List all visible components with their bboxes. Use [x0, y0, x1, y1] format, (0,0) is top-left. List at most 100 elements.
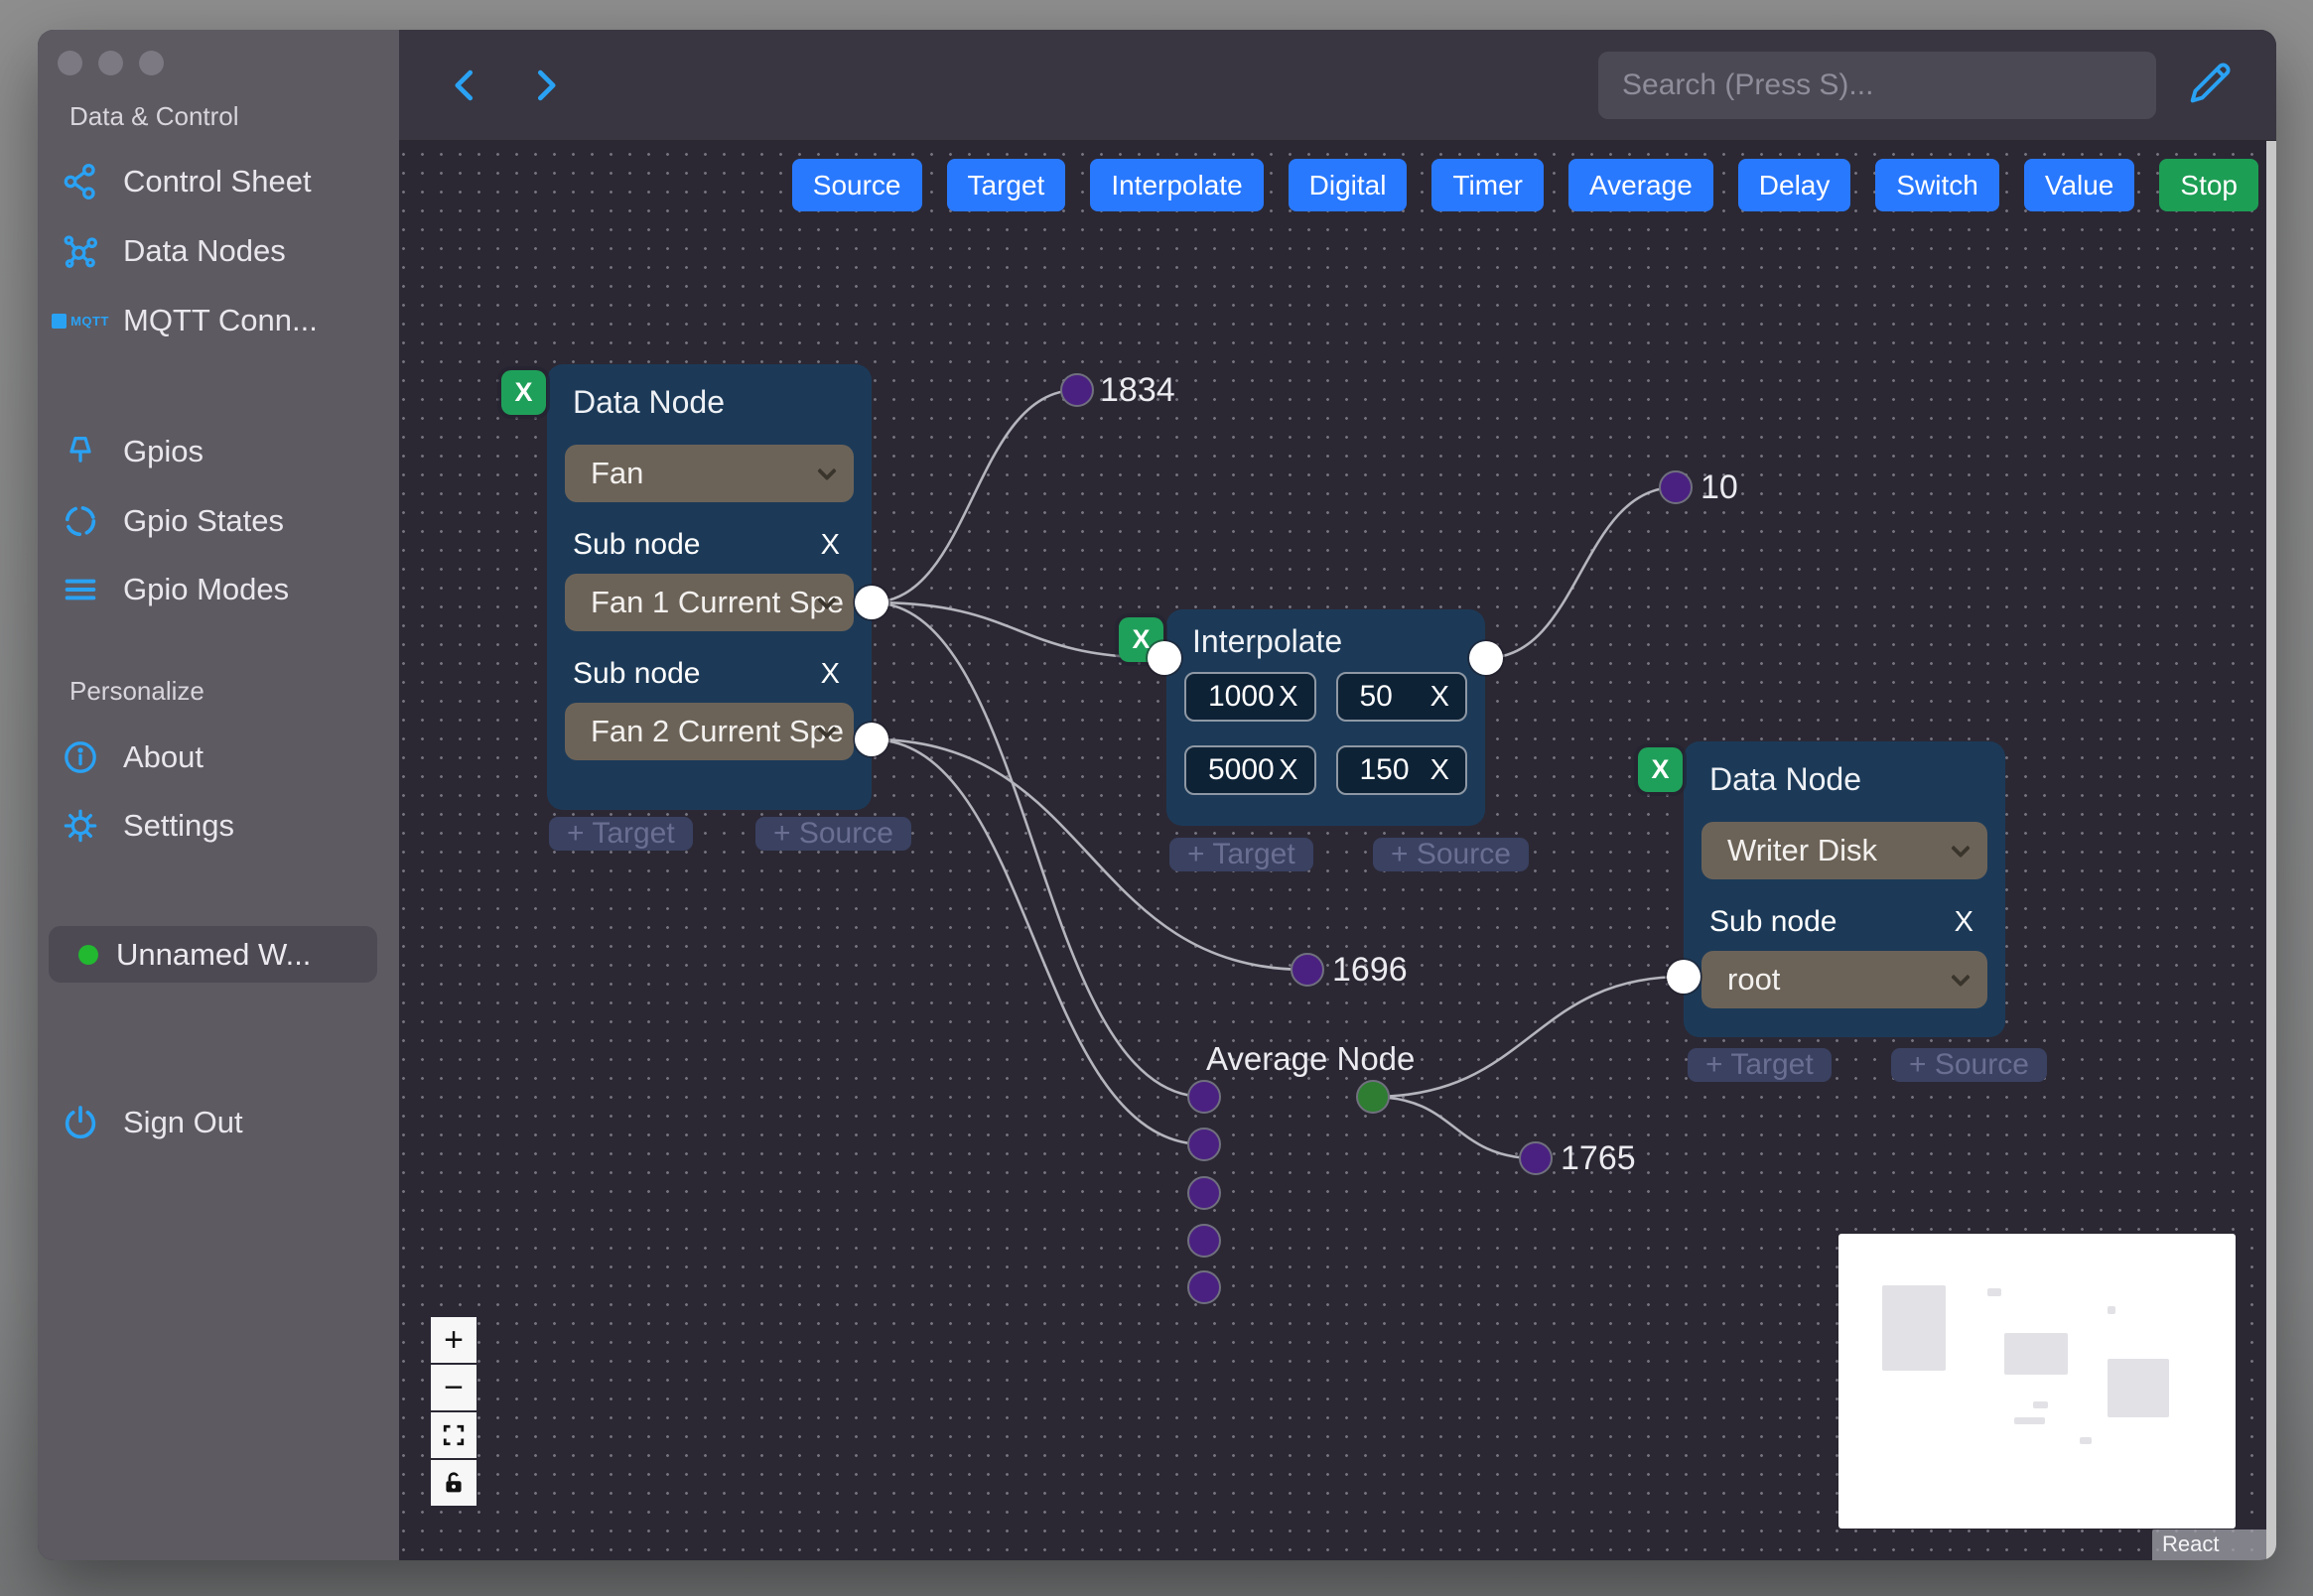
unlock-icon: [446, 1472, 462, 1493]
clear-value-button[interactable]: X: [1430, 754, 1449, 787]
clear-value-button[interactable]: X: [1430, 681, 1449, 714]
sub-node-select-fan2[interactable]: Fan 2 Current Spe: [565, 703, 854, 760]
back-button[interactable]: [445, 64, 488, 107]
value: 150: [1359, 753, 1410, 786]
delete-node-button[interactable]: X: [1638, 747, 1683, 792]
target-handle-writer-disk[interactable]: [1667, 960, 1701, 994]
remove-sub-node-button[interactable]: X: [1955, 906, 1973, 939]
pin-icon: [60, 431, 101, 472]
sidebar-item-gpio-states[interactable]: Gpio States: [60, 497, 284, 545]
value-endpoint-1834[interactable]: [1060, 373, 1094, 407]
add-target-handle-button[interactable]: + Target: [549, 817, 693, 851]
device-select-writer-disk[interactable]: Writer Disk: [1701, 822, 1987, 879]
add-interpolate-node-button[interactable]: Interpolate: [1090, 159, 1264, 211]
data-node-writer-disk[interactable]: Data Node Writer Disk Sub node X root: [1684, 741, 2005, 1037]
minimap-node-writer-disk: [2108, 1359, 2169, 1417]
average-target-handle-4[interactable]: [1187, 1224, 1221, 1258]
sidebar-item-about[interactable]: About: [60, 733, 204, 781]
sidebar-item-gpios[interactable]: Gpios: [60, 428, 204, 475]
add-target-node-button[interactable]: Target: [946, 159, 1066, 211]
data-node-fan[interactable]: Data Node Fan Sub node X Fan 1 Current S…: [547, 364, 872, 810]
add-digital-node-button[interactable]: Digital: [1288, 159, 1408, 211]
value-endpoint-10[interactable]: [1659, 470, 1693, 504]
node-title: Interpolate: [1192, 623, 1343, 659]
sidebar-item-mqtt-connections[interactable]: MQTT MQTT Conn...: [52, 297, 318, 344]
select-value: root: [1727, 962, 1781, 997]
chevron-down-icon: [817, 461, 837, 481]
sidebar-item-gpio-modes[interactable]: Gpio Modes: [60, 566, 289, 613]
edit-pencil-icon[interactable]: [2184, 58, 2236, 109]
react-flow-attribution: React Flow: [2152, 1530, 2276, 1560]
select-value: Fan 1 Current Spe: [591, 585, 845, 619]
minimap[interactable]: [1838, 1234, 2236, 1529]
zoom-out-button[interactable]: −: [431, 1365, 476, 1410]
minimize-window-button[interactable]: [98, 51, 123, 75]
average-source-handle[interactable]: [1356, 1080, 1390, 1114]
forward-button[interactable]: [522, 64, 566, 107]
sidebar-item-data-nodes[interactable]: Data Nodes: [60, 227, 286, 275]
flow-canvas[interactable]: Source Target Interpolate Digital Timer …: [399, 141, 2276, 1560]
edge-fan1-to-1834: [871, 388, 1078, 604]
chevron-down-icon: [1951, 967, 1971, 988]
interpolate-node[interactable]: Interpolate 1000 X 50 X 5000 X 150 X: [1166, 609, 1485, 826]
value-endpoint-1696[interactable]: [1291, 953, 1324, 987]
add-source-handle-button[interactable]: + Source: [1373, 838, 1529, 871]
interpolate-input-y2[interactable]: 150 X: [1335, 745, 1467, 795]
sidebar-item-settings[interactable]: Settings: [60, 802, 234, 850]
sub-node-select-root[interactable]: root: [1701, 951, 1987, 1008]
minimap-label-1834: [1987, 1288, 2001, 1296]
sidebar-item-control-sheet[interactable]: Control Sheet: [60, 158, 312, 205]
remove-sub-node-button[interactable]: X: [821, 529, 840, 562]
interpolate-input-x1[interactable]: 1000 X: [1184, 672, 1316, 722]
minimap-label-1696: [2033, 1401, 2048, 1408]
average-node-title: Average Node: [1206, 1040, 1416, 1077]
value-label: 1765: [1561, 1139, 1636, 1177]
add-target-handle-button[interactable]: + Target: [1169, 838, 1313, 871]
average-target-handle-3[interactable]: [1187, 1176, 1221, 1210]
stop-button[interactable]: Stop: [2159, 159, 2258, 211]
edge-interpolate-to-10: [1485, 485, 1677, 660]
sub-node-select-fan1[interactable]: Fan 1 Current Spe: [565, 574, 854, 631]
source-handle-fan1[interactable]: [855, 586, 888, 619]
interpolate-input-y1[interactable]: 50 X: [1335, 672, 1467, 722]
search-input[interactable]: [1598, 52, 2156, 119]
average-target-handle-2[interactable]: [1187, 1128, 1221, 1161]
add-value-node-button[interactable]: Value: [2023, 159, 2135, 211]
average-target-handle-5[interactable]: [1187, 1270, 1221, 1304]
sidebar-item-sign-out[interactable]: Sign Out: [60, 1099, 243, 1146]
lock-toggle-button[interactable]: [431, 1460, 476, 1506]
sidebar-item-label: Data Nodes: [123, 233, 286, 268]
add-source-handle-button[interactable]: + Source: [755, 817, 911, 851]
zoom-in-button[interactable]: +: [431, 1317, 476, 1363]
add-delay-node-button[interactable]: Delay: [1737, 159, 1851, 211]
canvas-controls: + −: [431, 1317, 476, 1506]
fit-view-button[interactable]: [431, 1412, 476, 1458]
target-handle-interpolate[interactable]: [1148, 641, 1181, 675]
source-handle-fan2[interactable]: [855, 723, 888, 756]
sidebar-item-workspace-unnamed[interactable]: Unnamed W...: [49, 926, 377, 983]
clear-value-button[interactable]: X: [1279, 754, 1297, 787]
remove-sub-node-button[interactable]: X: [821, 658, 840, 691]
interpolate-input-x2[interactable]: 5000 X: [1184, 745, 1316, 795]
add-source-node-button[interactable]: Source: [791, 159, 922, 211]
minimap-label-1765: [2080, 1437, 2092, 1444]
edge-fan1-to-average: [871, 600, 1205, 1099]
add-timer-node-button[interactable]: Timer: [1431, 159, 1544, 211]
value: 1000: [1208, 680, 1275, 713]
source-handle-interpolate[interactable]: [1469, 641, 1503, 675]
vertical-scrollbar[interactable]: [2266, 141, 2276, 1560]
add-target-handle-button[interactable]: + Target: [1688, 1048, 1832, 1082]
average-target-handle-1[interactable]: [1187, 1080, 1221, 1114]
close-window-button[interactable]: [58, 51, 82, 75]
zoom-window-button[interactable]: [139, 51, 164, 75]
add-source-handle-button[interactable]: + Source: [1891, 1048, 2047, 1082]
clear-value-button[interactable]: X: [1279, 681, 1297, 714]
sidebar-item-label: MQTT Conn...: [123, 303, 318, 337]
node-title: Data Node: [573, 384, 725, 420]
node-title: Data Node: [1709, 761, 1861, 797]
add-average-node-button[interactable]: Average: [1567, 159, 1713, 211]
delete-node-button[interactable]: X: [501, 370, 546, 415]
device-select-fan[interactable]: Fan: [565, 445, 854, 502]
add-switch-node-button[interactable]: Switch: [1875, 159, 1999, 211]
value-endpoint-1765[interactable]: [1519, 1141, 1553, 1175]
